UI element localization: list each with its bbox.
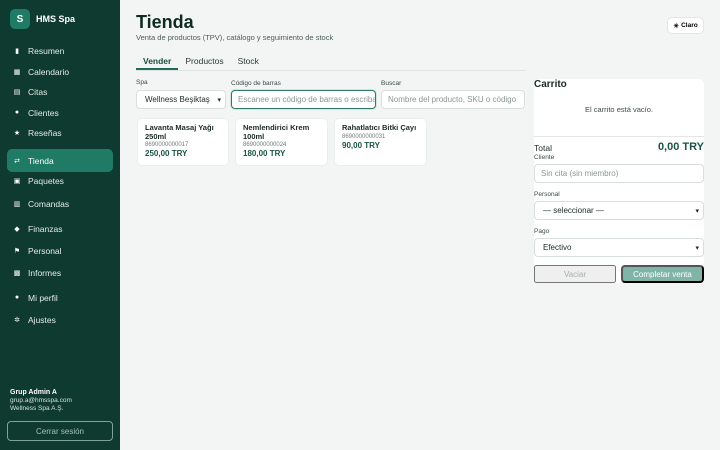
clear-cart-button[interactable]: Vaciar <box>534 265 616 283</box>
sidebar-item-label: Clientes <box>28 107 59 118</box>
product-sku: 8690000000017 <box>145 142 189 149</box>
client-placeholder: Sin cita (sin miembro) <box>541 169 619 178</box>
staff-select[interactable]: — seleccionar — ▾ <box>534 201 704 220</box>
product-price: 180,00 TRY <box>243 149 286 159</box>
total-value: 0,00 TRY <box>657 141 704 153</box>
chevron-down-icon: ▾ <box>217 96 221 104</box>
product-sku: 8690000000024 <box>243 142 287 149</box>
orders-icon: ▥ <box>13 200 21 208</box>
user-name: Grup Admin A <box>10 389 57 396</box>
brand-name: HMS Spa <box>36 14 76 24</box>
staff-label: Personal <box>534 191 560 198</box>
user-icon: ● <box>14 294 20 301</box>
page-subtitle: Venta de productos (TPV), catálogo y seg… <box>136 33 334 42</box>
cart-panel: Carrito El carrito está vacío. Total 0,0… <box>534 79 704 283</box>
sidebar-item-label: Citas <box>28 86 48 97</box>
sidebar-item-comandas[interactable]: ▥ Comandas <box>7 198 113 209</box>
barcode-placeholder: Escanee un código de barras o escriba <box>238 95 376 104</box>
user-org: Wellness Spa A.Ş. <box>10 405 64 412</box>
sidebar-item-personal[interactable]: ⚑ Personal <box>7 245 113 256</box>
cart-title: Carrito <box>534 79 567 90</box>
tab-productos[interactable]: Productos <box>178 52 230 70</box>
sidebar-item-clientes[interactable]: ● Clientes <box>7 107 113 118</box>
staff-select-value: — seleccionar — <box>543 206 604 215</box>
product-card[interactable]: Rahatlatıcı Bitki Çayı 8690000000031 90,… <box>334 118 427 166</box>
barcode-input[interactable]: Escanee un código de barras o escriba <box>231 90 376 109</box>
search-placeholder: Nombre del producto, SKU o código <box>388 95 517 104</box>
sidebar-item-paquetes[interactable]: ▣ Paquetes <box>7 175 113 186</box>
appointments-icon: ▤ <box>13 88 21 96</box>
payment-select-value: Efectivo <box>543 243 572 252</box>
sidebar-item-tienda[interactable]: ⇄ Tienda <box>7 149 113 172</box>
page-title: Tienda <box>136 12 194 32</box>
sidebar-item-label: Informes <box>28 267 62 278</box>
star-icon: ★ <box>13 129 21 137</box>
calendar-icon: ▦ <box>13 68 21 76</box>
tab-stock[interactable]: Stock <box>231 52 266 70</box>
cart-divider <box>534 136 704 137</box>
brand-logo: S <box>10 9 30 29</box>
sidebar-item-resenas[interactable]: ★ Reseñas <box>7 127 113 138</box>
tab-vender[interactable]: Vender <box>136 52 179 70</box>
payment-select[interactable]: Efectivo ▾ <box>534 238 704 257</box>
dashboard-icon: ▮ <box>15 47 19 55</box>
sidebar-item-label: Comandas <box>28 198 70 209</box>
sidebar-item-label: Mi perfil <box>28 292 58 303</box>
sidebar-item-informes[interactable]: ▩ Informes <box>7 267 113 278</box>
search-label: Buscar <box>381 80 402 87</box>
total-label: Total <box>534 143 552 153</box>
sidebar-item-label: Calendario <box>28 66 70 77</box>
sidebar-item-calendario[interactable]: ▦ Calendario <box>7 66 113 77</box>
search-input[interactable]: Nombre del producto, SKU o código <box>381 90 525 109</box>
product-name: Rahatlatıcı Bitki Çayı <box>342 123 417 132</box>
spa-select[interactable]: Wellness Beşiktaş ▾ <box>136 90 226 109</box>
sun-icon: ☀ <box>673 22 680 30</box>
brand[interactable]: S HMS Spa <box>10 9 75 29</box>
sidebar-item-label: Personal <box>28 245 62 256</box>
spa-label: Spa <box>136 79 148 86</box>
payment-label: Pago <box>534 228 550 235</box>
sidebar-item-label: Resumen <box>28 45 65 56</box>
cart-empty-message: El carrito está vacío. <box>585 105 653 114</box>
spa-select-value: Wellness Beşiktaş <box>145 95 210 104</box>
product-name: Lavanta Masaj Yağı 250ml <box>145 123 214 141</box>
product-card[interactable]: Nemlendirici Krem 100ml 8690000000024 18… <box>235 118 328 166</box>
tab-divider <box>136 70 526 71</box>
product-name: Nemlendirici Krem 100ml <box>243 123 310 141</box>
sidebar-item-finanzas[interactable]: ◆ Finanzas <box>7 223 113 234</box>
barcode-label: Código de barras <box>231 80 281 87</box>
theme-toggle-label: Claro <box>681 22 698 29</box>
complete-sale-button[interactable]: Completar venta <box>621 265 704 283</box>
sidebar-item-ajustes[interactable]: ✲ Ajustes <box>7 314 113 325</box>
gear-icon: ✲ <box>14 316 20 324</box>
user-email: grup.a@hmsspa.com <box>10 397 72 404</box>
sidebar-item-mi-perfil[interactable]: ● Mi perfil <box>7 292 113 303</box>
tab-bar: Vender Productos Stock <box>136 52 266 70</box>
sidebar-item-resumen[interactable]: ▮ Resumen <box>7 45 113 56</box>
sidebar-item-label: Tienda <box>28 155 54 166</box>
product-sku: 8690000000031 <box>342 133 386 140</box>
finance-icon: ◆ <box>14 225 20 233</box>
flag-icon: ⚑ <box>13 247 21 255</box>
reports-icon: ▩ <box>13 269 21 277</box>
sidebar-item-label: Ajustes <box>28 314 56 325</box>
sidebar-item-label: Reseñas <box>28 127 62 138</box>
product-card[interactable]: Lavanta Masaj Yağı 250ml 8690000000017 2… <box>137 118 229 166</box>
chevron-down-icon: ▾ <box>695 244 699 252</box>
sidebar-item-citas[interactable]: ▤ Citas <box>7 86 113 97</box>
shop-icon: ⇄ <box>14 157 20 165</box>
sidebar: S HMS Spa ▮ Resumen ▦ Calendario ▤ Citas ● Clie… <box>0 0 120 450</box>
client-label: Cliente <box>534 154 555 161</box>
client-input[interactable]: Sin cita (sin miembro) <box>534 164 704 183</box>
user-info: Grup Admin A grup.a@hmsspa.com Wellness … <box>10 389 72 412</box>
theme-toggle-button[interactable]: ☀ Claro <box>667 17 704 34</box>
users-icon: ● <box>14 109 20 116</box>
product-price: 250,00 TRY <box>145 149 188 159</box>
logout-button[interactable]: Cerrar sesión <box>7 421 113 441</box>
chevron-down-icon: ▾ <box>695 207 699 215</box>
sidebar-item-label: Paquetes <box>28 175 64 186</box>
sidebar-item-label: Finanzas <box>28 223 63 234</box>
product-price: 90,00 TRY <box>342 140 380 150</box>
package-icon: ▣ <box>13 177 21 185</box>
